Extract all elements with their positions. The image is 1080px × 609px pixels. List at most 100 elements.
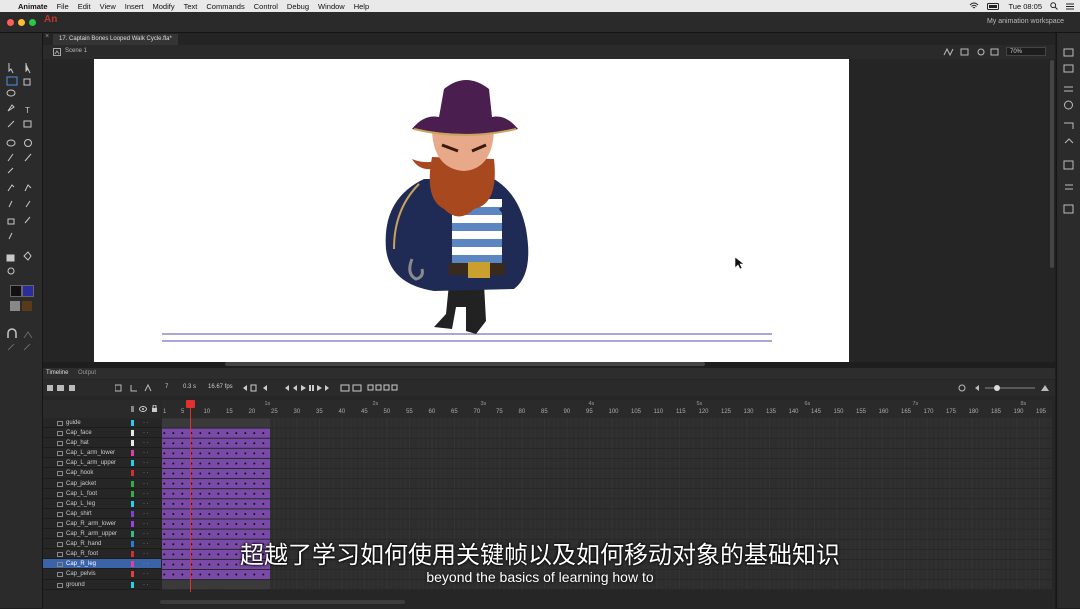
layer-name[interactable]: Cap_jacket <box>66 479 96 489</box>
keyframe-dot[interactable] <box>262 462 265 465</box>
layer-row[interactable]: Cap_L_foot · · <box>43 489 161 499</box>
secondary-fill-swatch[interactable] <box>22 301 32 311</box>
keyframe-dot[interactable] <box>244 452 247 455</box>
keyframe-dot[interactable] <box>208 502 211 505</box>
layer-color-swatch[interactable] <box>131 430 134 437</box>
layer-toggle-dots[interactable]: · · <box>143 519 149 529</box>
keyframe-dot[interactable] <box>181 462 184 465</box>
layer-row[interactable]: Cap_face · · <box>43 428 161 439</box>
object-drawing-icon[interactable] <box>10 301 20 311</box>
wifi-icon[interactable] <box>969 2 979 10</box>
keyframe-dot[interactable] <box>262 432 265 435</box>
layer-color-swatch[interactable] <box>131 460 134 467</box>
keyframe-dot[interactable] <box>262 472 265 475</box>
keyframe-dot[interactable] <box>217 492 220 495</box>
zoom-select[interactable]: 70% <box>1006 47 1046 56</box>
layer-toggle-dots[interactable]: · · <box>143 509 149 519</box>
keyframe-dot[interactable] <box>181 442 184 445</box>
keyframe-dot[interactable] <box>253 482 256 485</box>
layer-toggle-dots[interactable]: · · <box>143 499 149 509</box>
minimize-window-button[interactable] <box>18 19 25 26</box>
keyframe-dot[interactable] <box>262 523 265 526</box>
keyframe-dot[interactable] <box>244 472 247 475</box>
layer-color-swatch[interactable] <box>131 500 134 507</box>
layer-toggle-dots[interactable]: · · <box>143 468 149 478</box>
keyframe-dot[interactable] <box>208 492 211 495</box>
layer-row[interactable]: Cap_R_arm_lower · · <box>43 519 161 530</box>
playback-controls[interactable] <box>243 383 403 393</box>
menu-list-icon[interactable] <box>1066 3 1074 10</box>
keyframe-dot[interactable] <box>172 482 175 485</box>
layer-toggle-dots[interactable]: · · <box>143 448 149 458</box>
layer-row[interactable]: Cap_L_leg · · <box>43 499 161 509</box>
keyframe-dot[interactable] <box>172 462 175 465</box>
keyframe-dot[interactable] <box>181 472 184 475</box>
keyframe-dot[interactable] <box>235 492 238 495</box>
keyframe-dot[interactable] <box>253 523 256 526</box>
keyframe-dot[interactable] <box>172 472 175 475</box>
keyframe-dot[interactable] <box>253 502 256 505</box>
keyframe-dot[interactable] <box>163 523 166 526</box>
keyframe-dot[interactable] <box>199 492 202 495</box>
keyframe-dot[interactable] <box>163 512 166 515</box>
keyframe-dot[interactable] <box>226 432 229 435</box>
layer-toggle-dots[interactable]: · · <box>143 418 149 428</box>
keyframe-dot[interactable] <box>217 432 220 435</box>
keyframe-dot[interactable] <box>226 452 229 455</box>
layer-toggle-dots[interactable]: · · <box>143 479 149 489</box>
keyframe-dot[interactable] <box>208 462 211 465</box>
keyframe-dot[interactable] <box>244 492 247 495</box>
keyframe-dot[interactable] <box>208 452 211 455</box>
stroke-color-swatch[interactable] <box>10 285 22 297</box>
keyframe-dot[interactable] <box>172 502 175 505</box>
menu-text[interactable]: Text <box>184 2 198 11</box>
keyframe-dot[interactable] <box>244 523 247 526</box>
keyframe-dot[interactable] <box>244 502 247 505</box>
layer-row[interactable]: Cap_hook · · <box>43 468 161 479</box>
layer-name[interactable]: Cap_L_arm_upper <box>66 458 116 468</box>
scene-label[interactable]: Scene 1 <box>65 48 87 54</box>
frame-ruler[interactable]: 1 5 10 15 20 25 30 35 40 45 50 55 60 65 70 75 80 85 90 95 10… <box>162 400 1052 418</box>
keyframe-dot[interactable] <box>199 462 202 465</box>
time-readout[interactable]: 0.3 s <box>183 384 196 390</box>
camera-icons[interactable] <box>115 384 155 392</box>
keyframe-dot[interactable] <box>262 512 265 515</box>
keyframe-dot[interactable] <box>262 492 265 495</box>
layer-row[interactable]: Cap_jacket · · <box>43 479 161 489</box>
keyframe-dot[interactable] <box>235 472 238 475</box>
timeline-zoom-slider[interactable] <box>957 383 1052 393</box>
keyframe-dot[interactable] <box>172 432 175 435</box>
snap-magnet-icon[interactable] <box>6 328 36 358</box>
search-icon[interactable] <box>1050 2 1058 10</box>
tab-output[interactable]: Output <box>78 370 96 376</box>
keyframe-dot[interactable] <box>235 442 238 445</box>
playhead-handle[interactable] <box>186 400 195 408</box>
layer-name[interactable]: guide <box>66 418 81 428</box>
keyframe-dot[interactable] <box>262 442 265 445</box>
fill-color-swatch[interactable] <box>22 285 34 297</box>
layer-color-swatch[interactable] <box>131 510 134 517</box>
menu-debug[interactable]: Debug <box>287 2 309 11</box>
keyframe-dot[interactable] <box>208 432 211 435</box>
layer-toggle-dots[interactable]: · · <box>143 458 149 468</box>
keyframe-dot[interactable] <box>199 512 202 515</box>
menu-view[interactable]: View <box>100 2 116 11</box>
outline-toggle-icon[interactable] <box>131 406 134 412</box>
layer-color-swatch[interactable] <box>131 420 134 426</box>
keyframe-dot[interactable] <box>217 482 220 485</box>
keyframe-dot[interactable] <box>217 452 220 455</box>
keyframe-dot[interactable] <box>253 472 256 475</box>
layer-row[interactable]: Cap_L_arm_lower · · <box>43 448 161 459</box>
keyframe-dot[interactable] <box>163 472 166 475</box>
layer-toggle-dots[interactable]: · · <box>143 489 149 499</box>
document-tab[interactable]: 17. Captain Bones Looped Walk Cycle.fla* <box>53 34 178 45</box>
keyframe-dot[interactable] <box>226 512 229 515</box>
layer-buttons[interactable] <box>47 384 87 392</box>
keyframe-dot[interactable] <box>226 472 229 475</box>
layer-name[interactable]: Cap_hat <box>66 438 89 448</box>
keyframe-dot[interactable] <box>235 452 238 455</box>
keyframe-dot[interactable] <box>199 502 202 505</box>
fps-readout[interactable]: 16.67 fps <box>208 384 233 390</box>
keyframe-dot[interactable] <box>172 523 175 526</box>
panel-icons[interactable] <box>1063 47 1075 227</box>
